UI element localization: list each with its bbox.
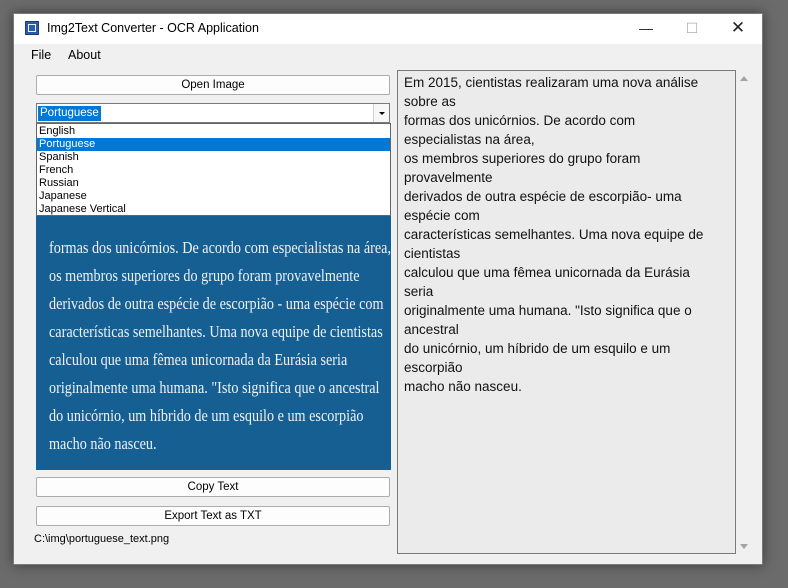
image-text-line: derivados de outra espécie de escorpião … <box>49 294 384 313</box>
language-select[interactable]: Portuguese <box>36 103 390 123</box>
ocr-text-line: do unicórnio, um híbrido de um esquilo e… <box>404 341 671 356</box>
ocr-text-line: macho não nasceu. <box>404 379 522 394</box>
language-option-french[interactable]: French <box>37 164 390 177</box>
menu-bar: File About <box>14 44 762 66</box>
ocr-text-line: provavelmente <box>404 170 493 185</box>
ocr-result-textarea[interactable]: Em 2015, cientistas realizaram uma nova … <box>397 70 736 554</box>
language-option-spanish[interactable]: Spanish <box>37 151 390 164</box>
ocr-text-line: características semelhantes. Uma nova eq… <box>404 227 704 242</box>
image-text-line: do unicórnio, um híbrido de um esquilo e… <box>49 406 364 425</box>
ocr-text-line: os membros superiores do grupo foram <box>404 151 641 166</box>
ocr-text-line: sobre as <box>404 94 456 109</box>
ocr-text-line: calculou que uma fêmea unicornada da Eur… <box>404 265 690 280</box>
chevron-down-icon[interactable] <box>373 104 389 122</box>
image-preview: formas dos unicórnios. De acordo com esp… <box>36 216 391 470</box>
file-path-label: C:\img\portuguese_text.png <box>34 533 170 545</box>
ocr-text-line: especialistas na área, <box>404 132 535 147</box>
ocr-text-line: espécie com <box>404 208 480 223</box>
language-dropdown-list: English Portuguese Spanish French Russia… <box>36 123 391 216</box>
menu-file[interactable]: File <box>31 48 51 62</box>
ocr-text-line: originalmente uma humana. "Isto signific… <box>404 303 692 318</box>
maximize-button[interactable]: ☐ <box>669 14 715 44</box>
language-option-japanese-vertical[interactable]: Japanese Vertical <box>37 203 390 216</box>
minimize-button[interactable]: — <box>623 14 669 44</box>
language-option-english[interactable]: English <box>37 125 390 138</box>
ocr-text-line: Em 2015, cientistas realizaram uma nova … <box>404 75 699 90</box>
ocr-text-line: formas dos unicórnios. De acordo com <box>404 113 636 128</box>
ocr-text-line: seria <box>404 284 434 299</box>
language-select-value: Portuguese <box>38 106 101 121</box>
copy-text-button[interactable]: Copy Text <box>36 477 390 497</box>
menu-about[interactable]: About <box>68 48 101 62</box>
language-option-portuguese[interactable]: Portuguese <box>37 138 390 151</box>
image-text-line: os membros superiores do grupo foram pro… <box>49 266 360 285</box>
image-text-line: originalmente uma humana. "Isto signific… <box>49 378 380 397</box>
close-button[interactable]: ✕ <box>715 14 761 44</box>
scroll-down-arrow-icon[interactable] <box>740 544 748 549</box>
ocr-text-line: ancestral <box>404 322 459 337</box>
image-text-line: formas dos unicórnios. De acordo com esp… <box>49 238 391 257</box>
open-image-button[interactable]: Open Image <box>36 75 390 95</box>
image-text-line: macho não nasceu. <box>49 434 157 453</box>
export-text-button[interactable]: Export Text as TXT <box>36 506 390 526</box>
title-bar[interactable]: Img2Text Converter - OCR Application — ☐… <box>14 14 762 44</box>
ocr-text-line: derivados de outra espécie de escorpião-… <box>404 189 682 204</box>
app-icon <box>25 21 39 35</box>
window-title: Img2Text Converter - OCR Application <box>47 21 259 35</box>
vertical-scrollbar[interactable] <box>736 70 753 554</box>
app-window: Img2Text Converter - OCR Application — ☐… <box>13 13 763 565</box>
image-text-line: calculou que uma fêmea unicornada da Eur… <box>49 350 348 369</box>
language-option-russian[interactable]: Russian <box>37 177 390 190</box>
ocr-text-line: escorpião <box>404 360 463 375</box>
ocr-text-line: cientistas <box>404 246 461 261</box>
language-option-japanese[interactable]: Japanese <box>37 190 390 203</box>
image-text-line: características semelhantes. Uma nova eq… <box>49 322 383 341</box>
scroll-up-arrow-icon[interactable] <box>740 76 748 81</box>
